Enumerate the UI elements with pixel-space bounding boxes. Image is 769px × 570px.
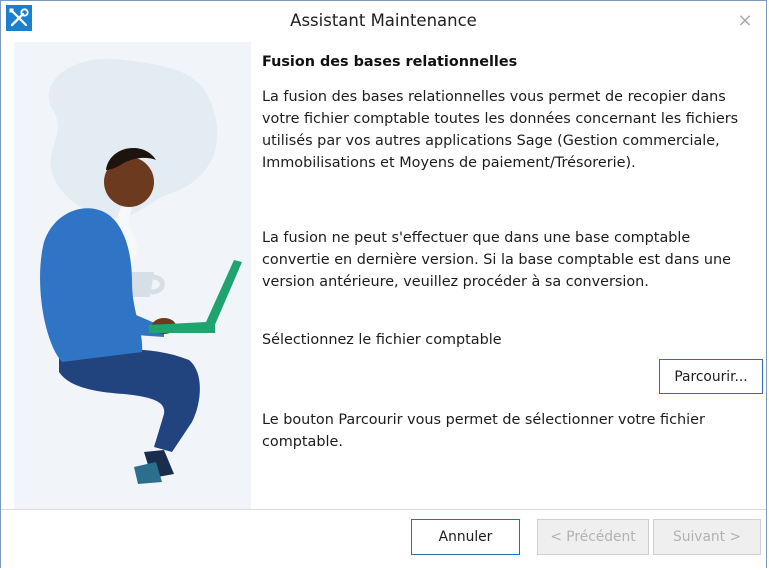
dialog-window: Assistant Maintenance × Fusion des bases… (0, 0, 767, 568)
browse-button[interactable]: Parcourir... (659, 359, 763, 394)
conversion-note: La fusion ne peut s'effectuer que dans u… (262, 230, 731, 290)
close-icon[interactable]: × (730, 6, 760, 36)
window-title: Assistant Maintenance (290, 11, 477, 30)
cancel-button[interactable]: Annuler (411, 519, 520, 555)
footer-bar: Annuler < Précédent Suivant > (1, 509, 766, 568)
illustration-panel (14, 42, 251, 509)
browse-help-text: Le bouton Parcourir vous permet de sélec… (262, 412, 705, 450)
section-heading: Fusion des bases relationnelles (262, 54, 518, 70)
title-bar: Assistant Maintenance × (1, 1, 766, 41)
previous-button[interactable]: < Précédent (537, 519, 649, 555)
select-file-label: Sélectionnez le fichier comptable (262, 332, 502, 348)
next-button[interactable]: Suivant > (653, 519, 761, 555)
person-laptop-illustration (40, 58, 242, 484)
description-paragraph: La fusion des bases relationnelles vous … (262, 89, 739, 171)
